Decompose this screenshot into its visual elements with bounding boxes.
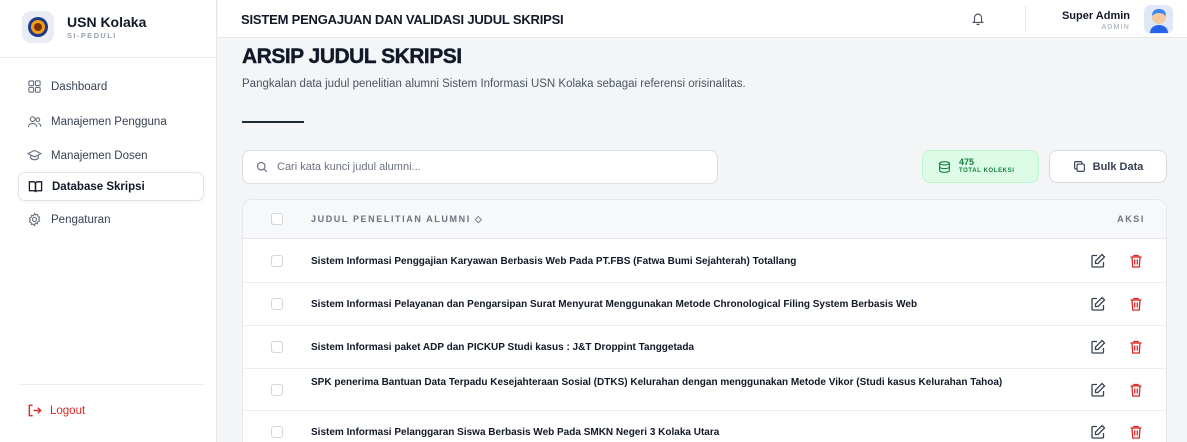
- brand-name: USN Kolaka: [67, 13, 147, 30]
- trash-icon: [1130, 254, 1142, 268]
- sidebar-divider: [18, 384, 204, 385]
- graduation-cap-icon: [27, 149, 42, 161]
- copy-icon: [1073, 161, 1085, 172]
- row-checkbox[interactable]: [271, 298, 283, 310]
- table-row: SPK penerima Bantuan Data Terpadu Keseja…: [243, 369, 1166, 411]
- trash-icon: [1130, 425, 1142, 439]
- table-row: Sistem Informasi Pelanggaran Siswa Berba…: [243, 411, 1166, 442]
- sidebar: USN Kolaka SI-PEDULI Dashboard Manajemen…: [0, 0, 217, 442]
- column-header-title[interactable]: JUDUL PENELITIAN ALUMNI ◇: [311, 214, 483, 225]
- total-label: TOTAL KOLEKSI: [959, 167, 1015, 174]
- dashboard-icon: [28, 80, 41, 93]
- column-header-action: AKSI: [1117, 214, 1145, 224]
- logout-label: Logout: [50, 404, 86, 417]
- avatar[interactable]: [1144, 5, 1173, 34]
- user-name: Super Admin: [1061, 10, 1130, 22]
- trash-icon: [1130, 297, 1142, 311]
- sidebar-item-dashboard[interactable]: Dashboard: [18, 72, 204, 101]
- sidebar-item-label: Pengaturan: [51, 213, 111, 226]
- sidebar-item-label: Database Skripsi: [52, 180, 145, 193]
- row-checkbox[interactable]: [271, 341, 283, 353]
- edit-icon: [1091, 253, 1106, 268]
- edit-button[interactable]: [1089, 381, 1107, 399]
- sidebar-item-thesis-database[interactable]: Database Skripsi: [18, 172, 204, 201]
- brand-subtitle: SI-PEDULI: [67, 30, 117, 40]
- search-input[interactable]: [277, 161, 697, 173]
- thesis-table: JUDUL PENELITIAN ALUMNI ◇ AKSI Sistem In…: [242, 199, 1167, 442]
- trash-icon: [1130, 340, 1142, 354]
- bell-icon: [972, 13, 984, 26]
- gear-icon: [28, 212, 41, 227]
- edit-icon: [1091, 296, 1106, 311]
- topbar: SISTEM PENGAJUAN DAN VALIDASI JUDUL SKRI…: [218, 0, 1187, 38]
- sidebar-item-users[interactable]: Manajemen Pengguna: [18, 107, 204, 136]
- edit-button[interactable]: [1089, 338, 1107, 356]
- total-collection-badge: 475 TOTAL KOLEKSI: [922, 150, 1039, 183]
- app-title: SISTEM PENGAJUAN DAN VALIDASI JUDUL SKRI…: [241, 12, 564, 27]
- logout-button[interactable]: Logout: [27, 403, 85, 418]
- thesis-title: Sistem Informasi paket ADP dan PICKUP St…: [311, 342, 695, 353]
- edit-button[interactable]: [1089, 295, 1107, 313]
- sidebar-item-label: Manajemen Pengguna: [51, 115, 167, 128]
- total-count: 475: [959, 156, 975, 167]
- university-logo: [22, 11, 54, 43]
- edit-button[interactable]: [1089, 252, 1107, 270]
- page-title: ARSIP JUDUL SKRIPSI: [242, 45, 463, 68]
- bulk-data-label: Bulk Data: [1092, 160, 1144, 173]
- user-role: ADMIN: [1101, 24, 1130, 31]
- edit-button[interactable]: [1089, 423, 1107, 441]
- sidebar-item-label: Dashboard: [51, 80, 108, 93]
- page-description: Pangkalan data judul penelitian alumni S…: [242, 78, 746, 90]
- table-row: Sistem Informasi paket ADP dan PICKUP St…: [243, 326, 1166, 369]
- row-checkbox[interactable]: [271, 426, 283, 438]
- title-underline: [242, 121, 304, 123]
- sidebar-item-settings[interactable]: Pengaturan: [18, 205, 204, 234]
- book-open-icon: [28, 181, 43, 193]
- notification-button[interactable]: [971, 11, 985, 31]
- sidebar-item-lecturers[interactable]: Manajemen Dosen: [18, 141, 204, 170]
- delete-button[interactable]: [1127, 295, 1145, 313]
- table-row: Sistem Informasi Pelayanan dan Pengarsip…: [243, 283, 1166, 326]
- bulk-data-button[interactable]: Bulk Data: [1049, 150, 1167, 183]
- search-icon: [256, 161, 268, 173]
- database-icon: [939, 160, 950, 173]
- delete-button[interactable]: [1127, 381, 1145, 399]
- select-all-checkbox[interactable]: [271, 213, 283, 225]
- edit-icon: [1091, 424, 1106, 439]
- delete-button[interactable]: [1127, 252, 1145, 270]
- table-header: JUDUL PENELITIAN ALUMNI ◇ AKSI: [243, 200, 1166, 239]
- edit-icon: [1091, 339, 1106, 354]
- thesis-title: Sistem Informasi Pelanggaran Siswa Berba…: [311, 427, 720, 438]
- table-row: Sistem Informasi Penggajian Karyawan Ber…: [243, 240, 1166, 283]
- users-icon: [27, 116, 42, 128]
- thesis-title: Sistem Informasi Pelayanan dan Pengarsip…: [311, 299, 918, 310]
- delete-button[interactable]: [1127, 423, 1145, 441]
- edit-icon: [1091, 382, 1106, 397]
- search-box[interactable]: [242, 150, 718, 184]
- thesis-title: Sistem Informasi Penggajian Karyawan Ber…: [311, 256, 797, 267]
- row-checkbox[interactable]: [271, 255, 283, 267]
- sidebar-item-label: Manajemen Dosen: [51, 149, 148, 162]
- header-divider: [1025, 6, 1026, 32]
- brand[interactable]: USN Kolaka SI-PEDULI: [22, 9, 146, 45]
- logout-icon: [28, 404, 42, 417]
- row-checkbox[interactable]: [271, 384, 283, 396]
- sidebar-divider: [0, 57, 217, 58]
- delete-button[interactable]: [1127, 338, 1145, 356]
- user-avatar-icon: [1149, 8, 1168, 33]
- thesis-title: SPK penerima Bantuan Data Terpadu Keseja…: [311, 377, 1003, 388]
- trash-icon: [1130, 383, 1142, 397]
